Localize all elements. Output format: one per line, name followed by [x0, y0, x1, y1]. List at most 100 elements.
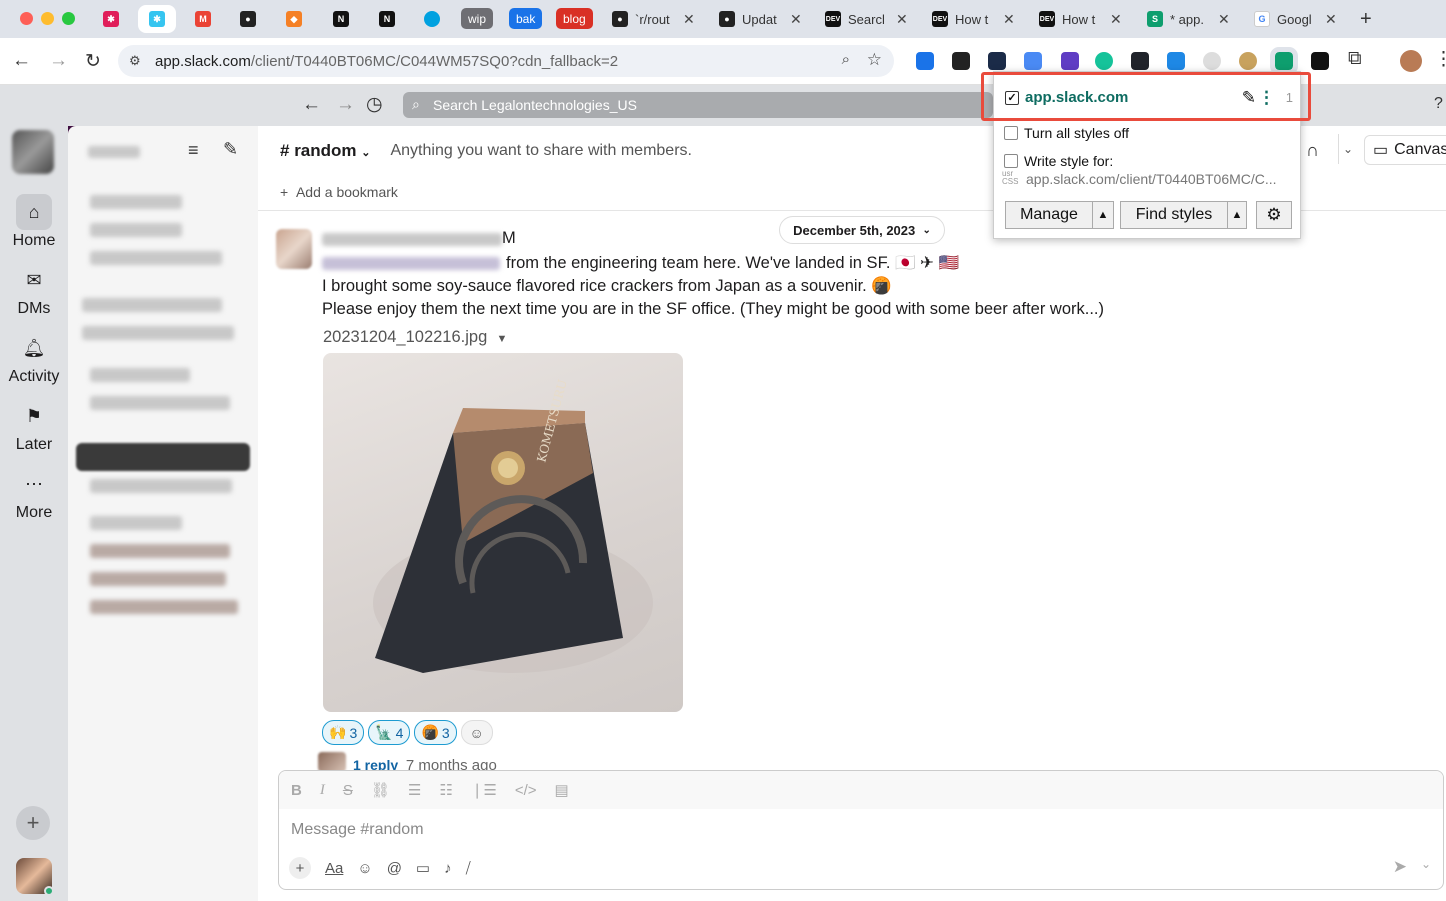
extension-icon[interactable] [1167, 52, 1185, 70]
sidebar-item[interactable] [90, 516, 182, 530]
chevron-down-icon[interactable]: ⌄ [1338, 134, 1358, 164]
slack-back-icon[interactable]: ← [302, 94, 321, 116]
add-reaction-button[interactable]: ☺ [460, 720, 493, 745]
extension-icon[interactable] [916, 52, 934, 70]
sidebar-item[interactable] [90, 600, 238, 614]
send-icon[interactable]: ➤ [1393, 857, 1407, 877]
send-options-chevron-icon[interactable]: ⌄ [1421, 857, 1431, 871]
slack-forward-icon[interactable]: → [336, 94, 355, 116]
channel-name-button[interactable]: # random ⌄ [280, 141, 370, 161]
rail-activity[interactable]: 🔔︎ Activity [0, 330, 68, 386]
pinned-tab-salesforce[interactable] [424, 5, 440, 33]
extension-icon[interactable] [952, 52, 970, 70]
new-tab-button[interactable]: + [1360, 5, 1372, 33]
close-tab-icon[interactable]: ✕ [683, 11, 695, 28]
extension-icon[interactable] [1061, 52, 1079, 70]
tab-5[interactable]: DEV How t ✕ [1039, 5, 1122, 33]
minimize-window-button[interactable] [41, 12, 54, 25]
reaction-pill[interactable]: 🙌 3 [322, 720, 365, 745]
find-styles-button[interactable]: Find styles [1120, 201, 1228, 229]
forward-arrow-icon[interactable]: → [49, 50, 68, 72]
manage-button[interactable]: Manage [1005, 201, 1093, 229]
react-devtools-icon[interactable] [1131, 52, 1149, 70]
rail-dms[interactable]: ✉ DMs [0, 262, 68, 318]
mention[interactable] [322, 257, 500, 270]
strikethrough-icon[interactable]: S [343, 782, 353, 799]
close-tab-icon[interactable]: ✕ [790, 11, 802, 28]
reload-icon[interactable]: ↻ [85, 50, 101, 73]
channel-topic[interactable]: Anything you want to share with members. [390, 142, 691, 160]
help-icon[interactable]: ? [1434, 95, 1443, 113]
code-block-icon[interactable]: ▤ [555, 781, 569, 799]
microphone-icon[interactable]: ♪ [444, 860, 452, 877]
tab-group-bak[interactable]: bak [509, 8, 543, 29]
shortcuts-slash-icon[interactable]: ⧸ [466, 860, 471, 877]
sender-avatar[interactable] [276, 229, 312, 269]
write-style-row[interactable]: Write style for: [1004, 153, 1113, 169]
sidebar-item[interactable] [82, 298, 222, 312]
close-window-button[interactable] [20, 12, 33, 25]
sidebar-item[interactable] [82, 326, 234, 340]
rail-more[interactable]: ⋯ More [0, 466, 68, 522]
profile-avatar[interactable] [1400, 50, 1422, 72]
pinned-tab-notion[interactable]: N [333, 5, 349, 33]
pinned-tab-slack[interactable]: ✱ [103, 5, 119, 33]
extension-icon[interactable] [1024, 52, 1042, 70]
rail-home[interactable]: ⌂ Home [0, 194, 68, 250]
close-tab-icon[interactable]: ✕ [1003, 11, 1015, 28]
close-tab-icon[interactable]: ✕ [1325, 11, 1337, 28]
write-style-url[interactable]: app.slack.com/client/T0440BT06MC/C... [1026, 171, 1277, 187]
rail-later[interactable]: ⚑ Later [0, 398, 68, 454]
browser-menu-icon[interactable]: ⋮ [1434, 48, 1446, 71]
tab-6[interactable]: S * app. ✕ [1147, 5, 1230, 33]
tab-4[interactable]: DEV How t ✕ [932, 5, 1015, 33]
sidebar-item[interactable] [90, 396, 230, 410]
blockquote-icon[interactable]: ❘☰ [471, 781, 497, 799]
bullet-list-icon[interactable]: ☷ [439, 781, 452, 799]
workspace-name[interactable] [88, 146, 140, 158]
message-input[interactable]: Message #random [291, 821, 424, 839]
close-tab-icon[interactable]: ✕ [896, 11, 908, 28]
pinned-tab-notion-2[interactable]: N [379, 5, 395, 33]
sidebar-item[interactable] [90, 572, 226, 586]
extension-icon[interactable] [988, 52, 1006, 70]
bold-icon[interactable]: B [291, 782, 302, 799]
back-arrow-icon[interactable]: ← [12, 50, 31, 72]
close-tab-icon[interactable]: ✕ [1218, 11, 1230, 28]
zoom-window-button[interactable] [62, 12, 75, 25]
bookmark-star-icon[interactable]: ☆ [867, 50, 882, 70]
code-icon[interactable]: </> [515, 782, 537, 799]
extension-icon[interactable] [1203, 52, 1221, 70]
reaction-pill[interactable]: 🗽 4 [368, 720, 411, 745]
pinned-tab-github[interactable]: ● [240, 5, 256, 33]
file-name-toggle[interactable]: 20231204_102216.jpg ▼ [323, 328, 507, 347]
extensions-puzzle-icon[interactable]: ⧉ [1348, 48, 1362, 70]
sidebar-item[interactable] [90, 544, 230, 558]
video-clip-icon[interactable]: ▭ [416, 859, 430, 877]
sidebar-item-selected[interactable] [76, 443, 250, 471]
find-styles-dropdown-icon[interactable]: ▲ [1227, 201, 1247, 229]
date-divider-button[interactable]: December 5th, 2023 ⌄ [779, 216, 945, 244]
history-icon[interactable]: ◷ [366, 93, 383, 116]
tab-3[interactable]: DEV Searcl ✕ [825, 5, 908, 33]
extension-icon[interactable] [1311, 52, 1329, 70]
tab-group-blog[interactable]: blog [556, 8, 593, 29]
manage-dropdown-icon[interactable]: ▲ [1092, 201, 1114, 229]
ordered-list-icon[interactable]: ☰ [408, 781, 421, 799]
attach-plus-icon[interactable]: + [289, 857, 311, 879]
tab-1[interactable]: ● `r/rout ✕ [612, 5, 695, 33]
settings-gear-icon[interactable]: ⚙ [1256, 201, 1292, 229]
filter-icon[interactable]: ≡ [188, 140, 199, 161]
huddle-icon[interactable]: ∩ [1306, 140, 1319, 161]
sidebar-item[interactable] [90, 368, 190, 382]
canvas-button[interactable]: ▭ Canvas [1364, 135, 1446, 165]
turn-off-checkbox[interactable] [1004, 126, 1018, 140]
add-bookmark-button[interactable]: + Add a bookmark [280, 184, 398, 200]
sidebar-item[interactable] [90, 251, 222, 265]
link-icon[interactable]: ⛓ [371, 781, 390, 799]
workspace-icon[interactable] [12, 130, 54, 174]
tab-group-wip[interactable]: wip [461, 8, 494, 29]
pinned-tab-slack-active[interactable]: ✱ [138, 5, 176, 33]
attached-photo[interactable]: KOMETSURU [323, 353, 683, 712]
grammarly-icon[interactable] [1095, 52, 1113, 70]
